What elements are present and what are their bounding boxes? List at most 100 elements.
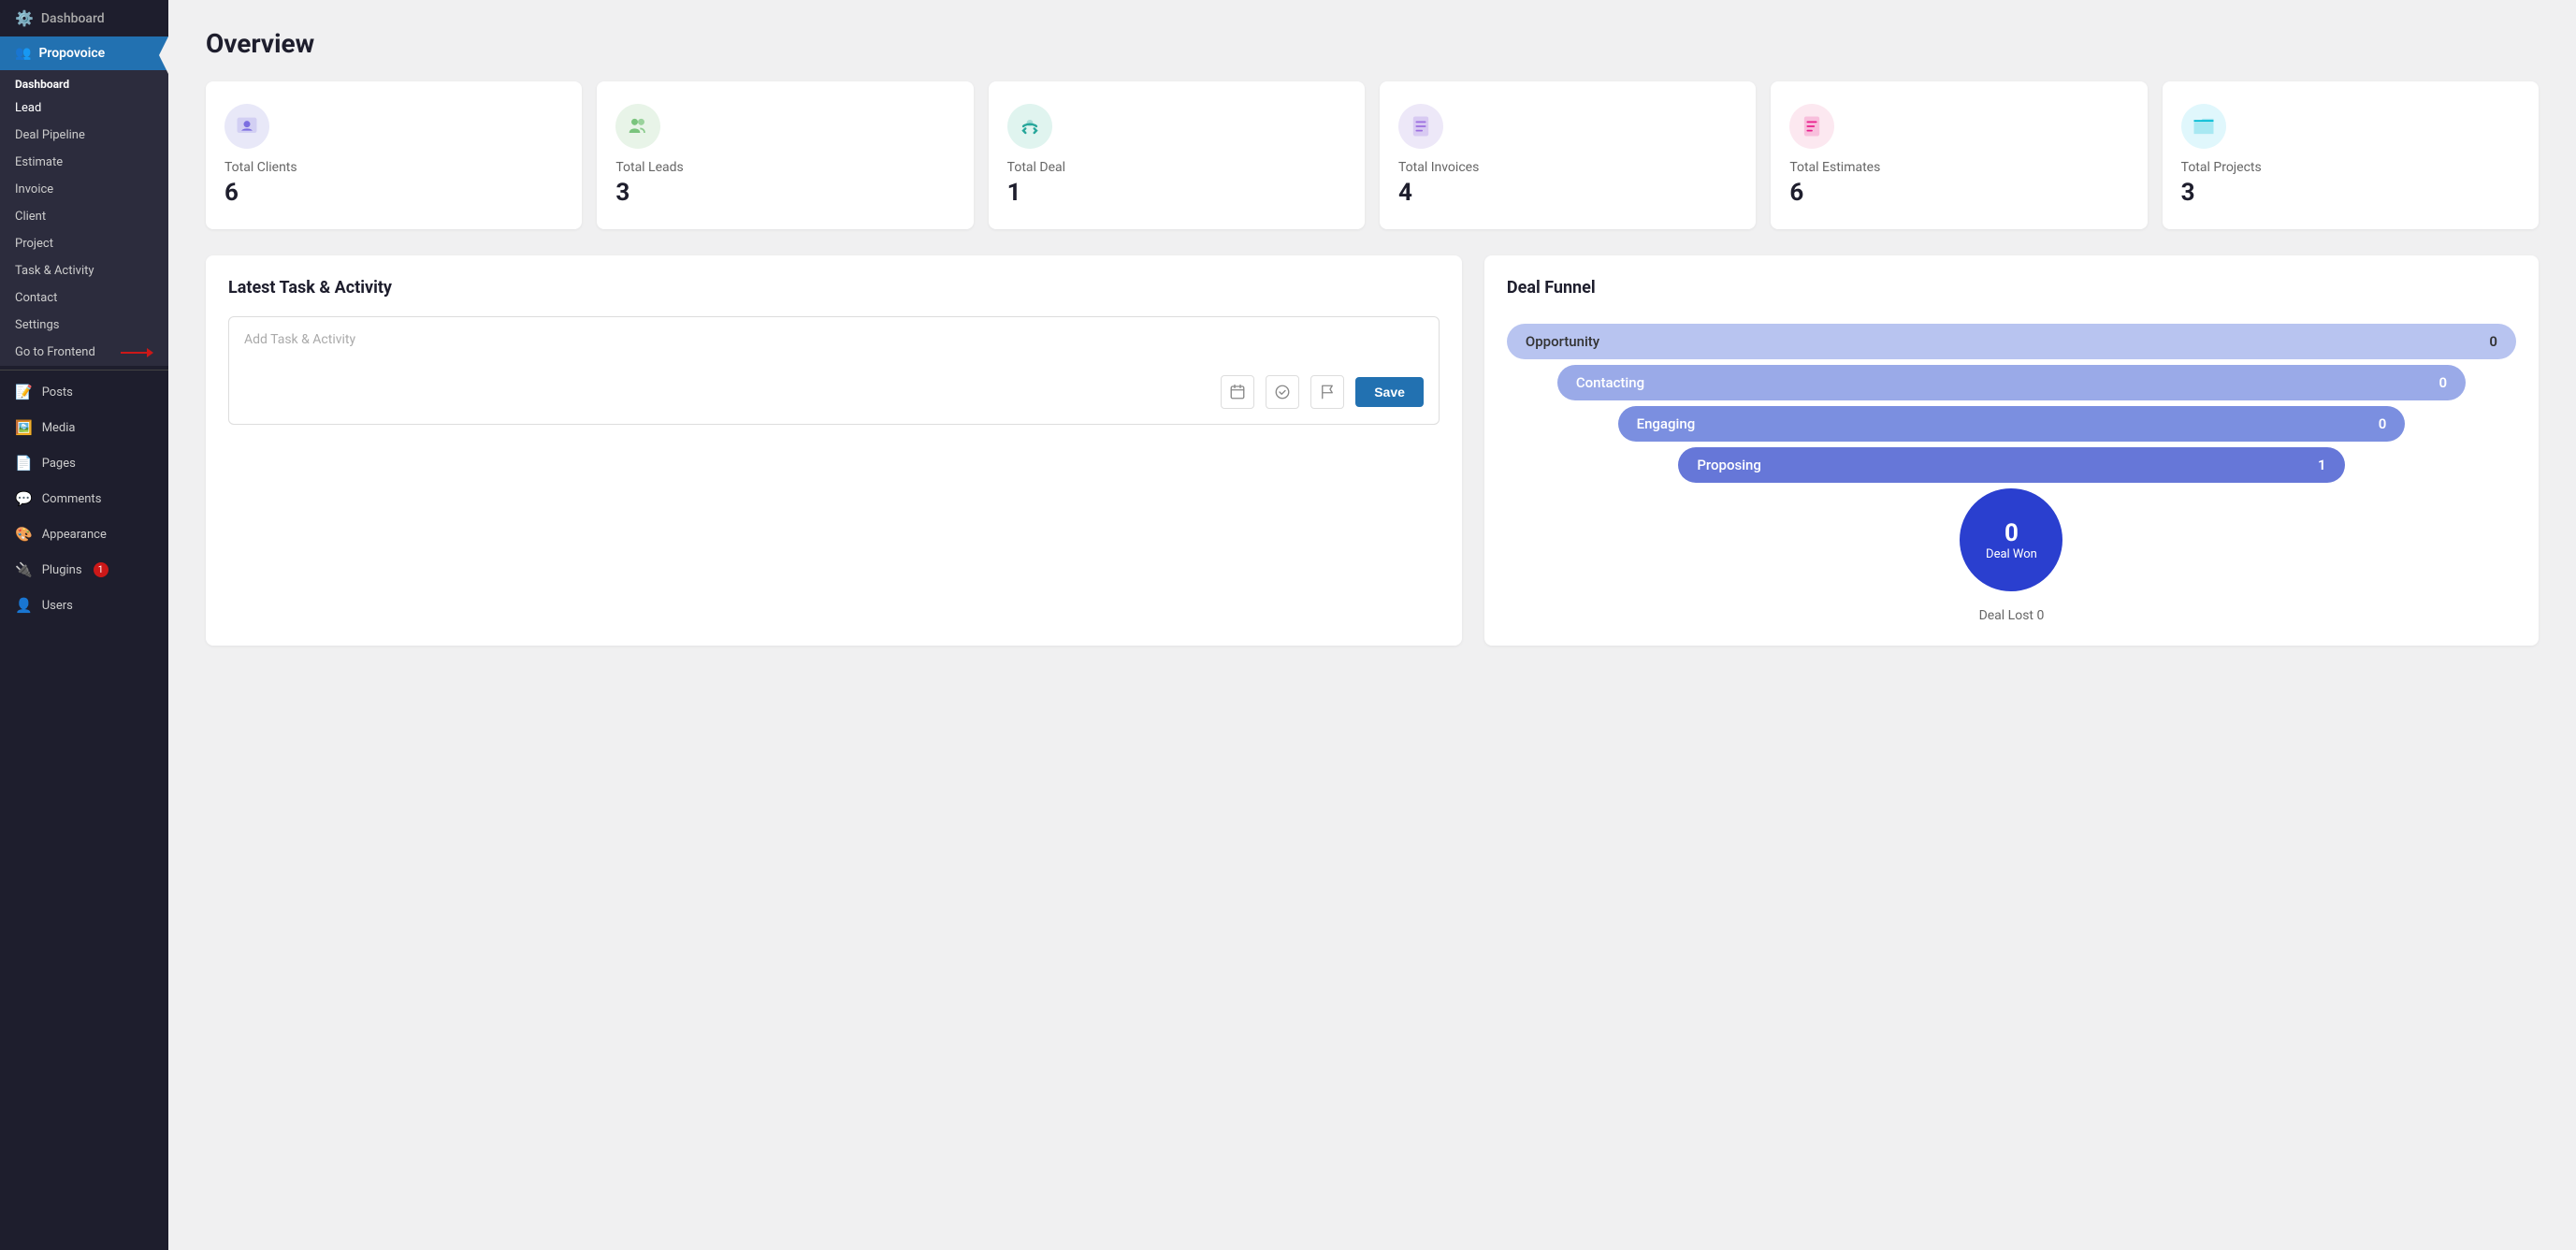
sidebar-item-invoice[interactable]: Invoice xyxy=(0,176,168,203)
funnel-bar-engaging[interactable]: Engaging 0 xyxy=(1618,406,2406,442)
invoices-value: 4 xyxy=(1398,179,1737,207)
invoices-icon xyxy=(1408,113,1434,139)
page-title: Overview xyxy=(206,28,2539,59)
funnel-bar-dealwon[interactable]: 0 Deal Won xyxy=(1960,488,2062,591)
estimates-icon-wrap xyxy=(1789,104,1834,149)
sidebar-item-comments[interactable]: 💬 Comments xyxy=(0,481,168,516)
funnel-contacting-count: 0 xyxy=(2439,374,2447,391)
funnel-title: Deal Funnel xyxy=(1507,278,2516,298)
task-section: Latest Task & Activity Add Task & Activi… xyxy=(206,255,1462,646)
pages-icon: 📄 xyxy=(15,455,33,472)
go-frontend-arrow-icon xyxy=(121,348,153,357)
appearance-label: Appearance xyxy=(42,528,107,542)
funnel-dealwon-label: Deal Won xyxy=(1986,547,2037,561)
deal-lost-label: Deal Lost 0 xyxy=(1979,608,2045,623)
posts-icon: 📝 xyxy=(15,384,33,400)
sidebar-item-lead[interactable]: Lead xyxy=(0,94,168,122)
stat-card-deal: Total Deal 1 xyxy=(989,81,1365,229)
provoice-icon: 👥 xyxy=(15,46,31,61)
funnel-opportunity-label: Opportunity xyxy=(1526,333,1599,350)
sidebar-item-client[interactable]: Client xyxy=(0,203,168,230)
sidebar-item-posts[interactable]: 📝 Posts xyxy=(0,374,168,410)
invoice-label: Invoice xyxy=(15,182,53,196)
funnel-bar-opportunity[interactable]: Opportunity 0 xyxy=(1507,324,2516,359)
clients-icon-wrap xyxy=(224,104,269,149)
appearance-icon: 🎨 xyxy=(15,526,33,543)
deal-value: 1 xyxy=(1007,179,1346,207)
leads-icon xyxy=(625,113,651,139)
comments-label: Comments xyxy=(42,492,102,506)
posts-label: Posts xyxy=(42,385,73,400)
sidebar-item-appearance[interactable]: 🎨 Appearance xyxy=(0,516,168,552)
flag-icon xyxy=(1319,384,1336,400)
deal-icon xyxy=(1017,113,1043,139)
settings-label: Settings xyxy=(15,318,59,332)
stat-card-clients: Total Clients 6 xyxy=(206,81,582,229)
invoices-icon-wrap xyxy=(1398,104,1443,149)
section-label: Dashboard xyxy=(15,78,69,91)
sidebar-item-settings[interactable]: Settings xyxy=(0,312,168,339)
task-input-area[interactable]: Add Task & Activity xyxy=(228,316,1440,425)
flag-icon-btn[interactable] xyxy=(1310,375,1344,409)
invoices-label: Total Invoices xyxy=(1398,160,1737,175)
sidebar-item-deal-pipeline[interactable]: Deal Pipeline xyxy=(0,122,168,149)
leads-icon-wrap xyxy=(615,104,660,149)
estimates-icon xyxy=(1799,113,1825,139)
calendar-icon-btn[interactable] xyxy=(1221,375,1254,409)
media-icon: 🖼️ xyxy=(15,419,33,436)
contact-label: Contact xyxy=(15,291,57,305)
stats-row: Total Clients 6 Total Leads 3 xyxy=(206,81,2539,229)
sidebar-item-task-activity[interactable]: Task & Activity xyxy=(0,257,168,284)
dashboard-plugin-item[interactable]: ⚙️ Dashboard xyxy=(0,0,168,36)
sidebar-item-media[interactable]: 🖼️ Media xyxy=(0,410,168,445)
provoice-label: Propovoice xyxy=(38,46,105,61)
main-content: Overview Total Clients 6 xyxy=(168,0,2576,1250)
task-actions: Save xyxy=(244,375,1424,409)
funnel-container: Opportunity 0 Contacting 0 Engaging 0 Pr… xyxy=(1507,316,2516,623)
deal-icon-wrap xyxy=(1007,104,1052,149)
users-label: Users xyxy=(42,599,73,613)
clients-label: Total Clients xyxy=(224,160,563,175)
stat-card-invoices: Total Invoices 4 xyxy=(1380,81,1756,229)
dashboard-plugin-label: Dashboard xyxy=(41,11,105,26)
project-label: Project xyxy=(15,237,53,251)
nav-section-header: Dashboard xyxy=(0,70,168,94)
check-icon-btn[interactable] xyxy=(1266,375,1299,409)
sidebar-item-plugins[interactable]: 🔌 Plugins 1 xyxy=(0,552,168,588)
users-icon: 👤 xyxy=(15,597,33,614)
sidebar-item-estimate[interactable]: Estimate xyxy=(0,149,168,176)
funnel-engaging-count: 0 xyxy=(2379,415,2387,432)
stat-card-estimates: Total Estimates 6 xyxy=(1771,81,2147,229)
funnel-bar-proposing[interactable]: Proposing 1 xyxy=(1678,447,2344,483)
provoice-item[interactable]: 👥 Propovoice xyxy=(0,36,168,70)
sidebar-item-project[interactable]: Project xyxy=(0,230,168,257)
estimate-label: Estimate xyxy=(15,155,63,169)
projects-icon xyxy=(2191,113,2217,139)
bottom-row: Latest Task & Activity Add Task & Activi… xyxy=(206,255,2539,646)
sidebar-item-pages[interactable]: 📄 Pages xyxy=(0,445,168,481)
deal-label: Total Deal xyxy=(1007,160,1346,175)
funnel-dealwon-count: 0 xyxy=(2004,519,2019,547)
funnel-proposing-label: Proposing xyxy=(1697,457,1761,473)
plugins-badge: 1 xyxy=(94,562,109,577)
leads-label: Total Leads xyxy=(615,160,954,175)
pages-label: Pages xyxy=(42,457,76,471)
go-frontend-label: Go to Frontend xyxy=(15,345,95,359)
task-section-title: Latest Task & Activity xyxy=(228,278,1440,298)
sidebar-divider xyxy=(0,370,168,371)
save-button[interactable]: Save xyxy=(1355,377,1424,407)
funnel-proposing-count: 1 xyxy=(2318,457,2326,473)
task-activity-label: Task & Activity xyxy=(15,264,94,278)
sidebar-item-users[interactable]: 👤 Users xyxy=(0,588,168,623)
comments-icon: 💬 xyxy=(15,490,33,507)
estimates-value: 6 xyxy=(1789,179,2128,207)
check-circle-icon xyxy=(1274,384,1291,400)
client-label: Client xyxy=(15,210,46,224)
funnel-section: Deal Funnel Opportunity 0 Contacting 0 E… xyxy=(1484,255,2539,646)
sidebar-item-contact[interactable]: Contact xyxy=(0,284,168,312)
projects-label: Total Projects xyxy=(2181,160,2520,175)
projects-icon-wrap xyxy=(2181,104,2226,149)
dashboard-icon: ⚙️ xyxy=(15,9,34,27)
sidebar-item-go-frontend[interactable]: Go to Frontend xyxy=(0,339,168,366)
funnel-bar-contacting[interactable]: Contacting 0 xyxy=(1557,365,2466,400)
